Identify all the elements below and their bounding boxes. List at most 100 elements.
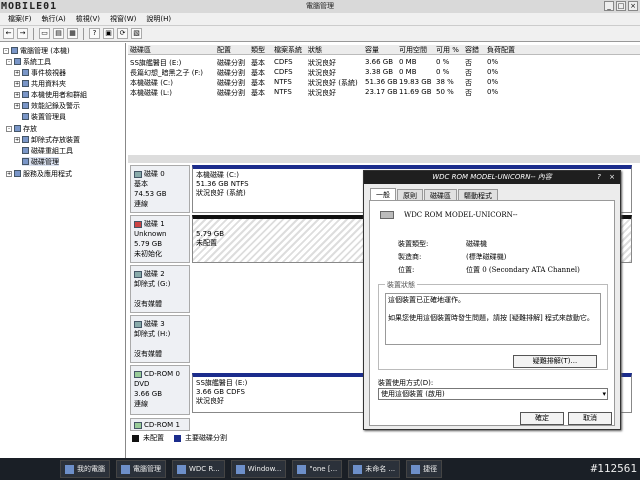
legend-unallocated: 未配置 [143,434,164,442]
pane-splitter[interactable] [128,155,640,163]
taskbar-item-untitled[interactable]: 未命名 ... [348,460,401,478]
disk-0-label[interactable]: 磁碟 0 基本 74.53 GB 連線 [130,165,190,213]
tree-item-performance-logs[interactable]: + 效能記錄及警示 [14,101,80,110]
menu-file[interactable]: 檔案(F) [8,14,32,24]
cdrom-icon [134,421,142,429]
device-name: WDC ROM MODEL-UNICORN-- [404,211,518,219]
ok-button[interactable]: 確定 [520,412,564,425]
tree-item-shared-folders[interactable]: + 共用資料夾 [14,79,66,88]
col-status[interactable]: 狀態 [308,45,322,55]
volume-list: 磁碟區 配置 類型 檔案系統 狀態 容量 可用空間 可用 % 容錯 負荷配置 S… [128,43,640,155]
title-bar: MOBILE01 電腦管理 _ □ × [0,0,640,13]
taskbar-item-window[interactable]: Window... [230,460,287,478]
legend-primary: 主要磁碟分割 [185,434,227,442]
settings-icon[interactable]: ▧ [131,28,142,39]
drive-icon [177,464,186,474]
menu-view[interactable]: 檢視(V) [76,14,100,24]
tree-pane: - 電腦管理 (本機) - 系統工具 + 事件檢視器 + 共用資料夾 + 本機使用者和群組… [0,43,126,458]
taskbar-item-computer-management[interactable]: 電腦管理 [116,460,166,478]
menu-action[interactable]: 執行(A) [42,14,66,24]
forward-icon[interactable]: → [17,28,28,39]
toolbar-separator [83,27,84,40]
table-row[interactable]: 長篇幻想_暗黑之子 (F:) 磁碟分割 基本 CDFS 狀況良好 3.38 GB… [128,68,640,77]
device-status-hint: 如果您使用這個裝置時發生問題，請按 [疑難排解] 程式來啟動它。 [388,314,594,322]
maximize-button[interactable]: □ [616,1,626,11]
show-tree-icon[interactable]: ▤ [53,28,64,39]
tree-item-computer-management[interactable]: - 電腦管理 (本機) [3,46,70,55]
back-icon[interactable]: ← [3,28,14,39]
computer-icon [65,464,74,474]
device-usage-label: 裝置使用方式(D): [378,379,434,387]
device-status-group: 裝置狀態 這個裝置已正確地運作。 如果您使用這個裝置時發生問題，請按 [疑難排解… [378,280,608,370]
toolbar: ← → ▭ ▤ ▦ ? ▣ ⟳ ▧ [0,26,640,42]
table-row[interactable]: SS旗艦醫目 (E:) 磁碟分割 基本 CDFS 狀況良好 3.66 GB 0 … [128,58,640,67]
computer-management-icon [121,464,130,474]
menu-help[interactable]: 說明(H) [146,14,171,24]
menu-window[interactable]: 視窗(W) [110,14,136,24]
col-capacity[interactable]: 容量 [365,45,379,55]
device-usage-select[interactable]: 使用這個裝置 (啟用) ▾ [378,388,608,400]
table-row[interactable]: 本機磁碟 (C:) 磁碟分割 基本 NTFS 狀況良好 (系統) 51.36 G… [128,78,640,87]
tree-item-system-tools[interactable]: - 系統工具 [6,57,51,66]
properties-icon[interactable]: ▦ [67,28,78,39]
performance-icon [22,102,29,109]
device-status-caption: 裝置狀態 [385,280,417,290]
device-type-label: 裝置類型: [398,240,429,248]
device-status-text: 這個裝置已正確地運作。 [388,296,465,304]
tree-item-local-users[interactable]: + 本機使用者和群組 [14,90,87,99]
col-layout[interactable]: 配置 [217,45,231,55]
volume-list-header: 磁碟區 配置 類型 檔案系統 狀態 容量 可用空間 可用 % 容錯 負荷配置 [128,45,640,55]
device-type-value: 磁碟機 [466,240,487,248]
tree-item-disk-management[interactable]: 磁碟管理 [22,157,59,166]
location-label: 位置: [398,266,415,274]
device-usage-value: 使用這個裝置 (啟用) [381,390,445,398]
col-type[interactable]: 類型 [251,45,265,55]
tree-item-device-manager[interactable]: 裝置管理員 [22,112,66,121]
shortcut-icon [411,464,421,474]
cdrom-icon [134,370,142,378]
col-overhead[interactable]: 負荷配置 [487,45,515,55]
taskbar-item-wdc[interactable]: WDC R... [172,460,225,478]
location-value: 位置 0 (Secondary ATA Channel) [466,266,580,274]
taskbar-item-one[interactable]: "one [... [292,460,343,478]
tree-item-removable-storage[interactable]: + 卸除式存放裝置 [14,135,80,144]
taskbar-item-shortcut[interactable]: 捷徑 [406,460,443,478]
event-viewer-icon [22,69,29,76]
legend-unallocated-swatch [132,434,139,442]
minimize-button[interactable]: _ [604,1,614,11]
dialog-close-button[interactable]: × [607,173,617,182]
col-free-percent[interactable]: 可用 % [436,45,459,55]
tree-item-defragmenter[interactable]: 磁碟重組工具 [22,146,73,155]
col-free-space[interactable]: 可用空間 [399,45,427,55]
col-fault-tolerance[interactable]: 容錯 [465,45,479,55]
defrag-icon [22,147,29,154]
toolbar-separator [33,27,34,40]
disk-management-icon [22,158,29,165]
cancel-button[interactable]: 取消 [568,412,612,425]
cdrom-0-label[interactable]: CD-ROM 0 DVD 3.66 GB 連線 [130,365,190,415]
properties-dialog: WDC ROM MODEL-UNICORN-- 內容 ? × 一般 原則 磁碟區… [363,170,621,430]
help-icon[interactable]: ? [89,28,100,39]
refresh-icon[interactable]: ⟳ [117,28,128,39]
tree-item-storage[interactable]: - 存放 [6,124,37,133]
disk-2-label[interactable]: 磁碟 2 卸除式 (G:) 沒有媒體 [130,265,190,313]
up-folder-icon[interactable]: ▭ [39,28,50,39]
table-row[interactable]: 本機磁碟 (L:) 磁碟分割 基本 NTFS 狀況良好 23.17 GB 11.… [128,88,640,97]
tree-item-services-apps[interactable]: + 服務及應用程式 [6,169,72,178]
manufacturer-label: 製造商: [398,253,422,261]
drive-icon [380,211,394,219]
disk-3-label[interactable]: 磁碟 3 卸除式 (H:) 沒有媒體 [130,315,190,363]
close-button[interactable]: × [628,1,638,11]
export-icon[interactable]: ▣ [103,28,114,39]
dialog-help-button[interactable]: ? [594,173,604,182]
disk-icon [134,170,142,178]
col-volume[interactable]: 磁碟區 [130,45,151,55]
storage-icon [14,125,21,132]
tree-item-event-viewer[interactable]: + 事件檢視器 [14,68,66,77]
col-filesystem[interactable]: 檔案系統 [274,45,302,55]
troubleshoot-button[interactable]: 疑難排解(T)... [513,355,597,368]
disk-1-label[interactable]: 磁碟 1 Unknown 5.79 GB 未初始化 [130,215,190,263]
cdrom-1-label[interactable]: CD-ROM 1 [130,418,190,431]
taskbar-item-my-computer[interactable]: 我的電腦 [60,460,110,478]
window-icon [235,464,245,474]
